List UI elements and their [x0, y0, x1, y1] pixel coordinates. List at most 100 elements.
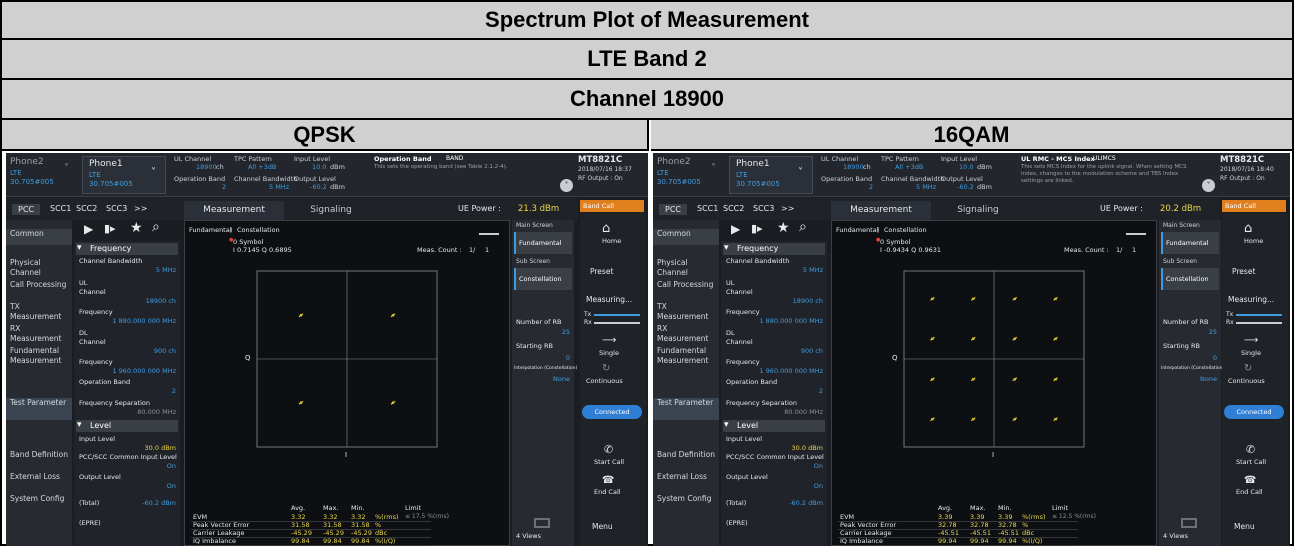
hangup-icon[interactable]: ☎ — [602, 475, 614, 486]
views-grid-icon[interactable] — [534, 518, 550, 528]
dl-frequency-value[interactable]: 1 960.000 000 MHz — [112, 367, 176, 375]
tab-scc1[interactable]: SCC1 — [50, 204, 71, 213]
sidebar-item-tx-measurement[interactable]: TX Measurement — [6, 302, 72, 324]
sidebar-item-call-processing[interactable]: Call Processing — [653, 280, 719, 302]
main-tab-measurement[interactable]: Measurement — [831, 201, 931, 220]
continuous-button[interactable]: Continuous — [1228, 377, 1265, 385]
play-icon[interactable]: ▶ — [84, 222, 93, 236]
sidebar-item-rx-measurement[interactable]: RX Measurement — [6, 324, 72, 346]
band-call-button[interactable]: Band Call — [580, 200, 644, 212]
input-level-param-value[interactable]: 30.0 dBm — [792, 444, 823, 452]
ch-bw-value[interactable]: 5 MHz — [916, 183, 936, 191]
sidebar-item-external-loss[interactable]: External Loss — [653, 472, 719, 494]
input-level-value[interactable]: 10.0 — [959, 163, 973, 171]
tab-pcc[interactable]: PCC — [659, 204, 687, 215]
ul-channel-param-value[interactable]: 18900 ch — [793, 297, 823, 305]
sidebar-item-rx-measurement[interactable]: RX Measurement — [653, 324, 719, 346]
level-section-header[interactable]: Level — [723, 420, 825, 432]
tab-scc3[interactable]: SCC3 — [753, 204, 774, 213]
ch-bw-value[interactable]: 5 MHz — [269, 183, 289, 191]
breadcrumb-fundamental[interactable]: Fundamental — [189, 226, 232, 234]
pcc-scc-on-value[interactable]: On — [167, 462, 176, 470]
home-button[interactable]: Home — [1244, 237, 1263, 245]
op-band-value[interactable]: 2 — [869, 183, 873, 191]
constellation-button[interactable]: Constellation — [1161, 268, 1219, 290]
start-call-button[interactable]: Start Call — [594, 458, 624, 466]
end-call-button[interactable]: End Call — [1236, 488, 1263, 496]
breadcrumb-fundamental[interactable]: Fundamental — [836, 226, 879, 234]
continuous-button[interactable]: Continuous — [586, 377, 623, 385]
menu-button[interactable]: Menu — [592, 522, 613, 531]
tpc-value[interactable]: All +3dB — [248, 163, 276, 171]
connected-status-button[interactable]: Connected — [582, 405, 642, 419]
four-views-button[interactable]: 4 Views — [516, 532, 541, 540]
output-level-on-value[interactable]: On — [167, 482, 176, 490]
fundamental-button[interactable]: Fundamental — [1161, 232, 1219, 254]
expand-chevron-icon[interactable]: ˅ — [560, 179, 573, 192]
expand-chevron-icon[interactable]: ˅ — [1202, 179, 1215, 192]
step-icon[interactable]: ▮▸ — [104, 222, 116, 235]
output-level-on-value[interactable]: On — [814, 482, 823, 490]
interpolation-value[interactable]: None — [1200, 375, 1217, 383]
out-level-value[interactable]: -60.2 — [957, 183, 974, 191]
home-icon[interactable]: ⌂ — [1244, 221, 1252, 236]
home-icon[interactable]: ⌂ — [602, 221, 610, 236]
favorite-star-icon[interactable]: ★ — [777, 220, 790, 236]
starting-rb-label[interactable]: Starting RB — [516, 342, 553, 350]
dropdown-chevron[interactable]: ˅ — [64, 163, 69, 174]
sidebar-item-fundamental-measurement[interactable]: Fundamental Measurement — [653, 346, 719, 368]
preset-button[interactable]: Preset — [1232, 267, 1255, 276]
continuous-icon[interactable]: ↻ — [602, 363, 610, 374]
sidebar-item-test-parameter[interactable]: Test Parameter — [653, 398, 719, 420]
tab-scc3[interactable]: SCC3 — [106, 204, 127, 213]
single-button[interactable]: Single — [599, 349, 619, 357]
tab-scc1[interactable]: SCC1 — [697, 204, 718, 213]
ul-channel-param-value[interactable]: 18900 ch — [146, 297, 176, 305]
total-value[interactable]: -60.2 dBm — [789, 499, 823, 507]
interpolation-label[interactable]: Interpolation (Constellation) — [514, 366, 577, 371]
sidebar-item-external-loss[interactable]: External Loss — [6, 472, 72, 494]
single-button[interactable]: Single — [1241, 349, 1261, 357]
number-of-rb-value[interactable]: 25 — [1209, 328, 1217, 336]
sidebar-item-call-processing[interactable]: Call Processing — [6, 280, 72, 302]
sidebar-item-band-definition[interactable]: Band Definition — [653, 450, 719, 472]
phone-icon[interactable]: ✆ — [1246, 443, 1255, 456]
phone2-label[interactable]: Phone2 — [10, 157, 44, 167]
preset-button[interactable]: Preset — [590, 267, 613, 276]
sidebar-item-system-config[interactable]: System Config — [6, 494, 72, 516]
dl-frequency-value[interactable]: 1 960.000 000 MHz — [759, 367, 823, 375]
tab-scc2[interactable]: SCC2 — [723, 204, 744, 213]
input-level-value[interactable]: 10.0 — [312, 163, 326, 171]
total-value[interactable]: -60.2 dBm — [142, 499, 176, 507]
minimize-icon[interactable] — [479, 225, 499, 235]
play-icon[interactable]: ▶ — [731, 222, 740, 236]
starting-rb-value[interactable]: 0 — [566, 354, 570, 362]
main-tab-measurement[interactable]: Measurement — [184, 201, 284, 220]
sidebar-item-band-definition[interactable]: Band Definition — [6, 450, 72, 472]
end-call-button[interactable]: End Call — [594, 488, 621, 496]
out-level-value[interactable]: -60.2 — [310, 183, 327, 191]
views-grid-icon[interactable] — [1181, 518, 1197, 528]
sidebar-item-tx-measurement[interactable]: TX Measurement — [653, 302, 719, 324]
frequency-section-header[interactable]: Frequency — [76, 243, 178, 255]
frequency-separation-value[interactable]: 80.000 MHz — [137, 408, 176, 416]
continuous-icon[interactable]: ↻ — [1244, 363, 1252, 374]
ul-frequency-value[interactable]: 1 880.000 000 MHz — [112, 317, 176, 325]
phone2-label[interactable]: Phone2 — [657, 157, 691, 167]
home-button[interactable]: Home — [602, 237, 621, 245]
sidebar-item-system-config[interactable]: System Config — [653, 494, 719, 516]
ul-frequency-value[interactable]: 1 880.000 000 MHz — [759, 317, 823, 325]
connected-status-button[interactable]: Connected — [1224, 405, 1284, 419]
constellation-button[interactable]: Constellation — [514, 268, 572, 290]
dropdown-chevron[interactable]: ˅ — [711, 163, 716, 174]
search-icon[interactable]: ⌕ — [799, 219, 807, 235]
ul-channel-value[interactable]: 18900 — [843, 163, 864, 171]
sidebar-item-fundamental-measurement[interactable]: Fundamental Measurement — [6, 346, 72, 368]
interpolation-value[interactable]: None — [553, 375, 570, 383]
step-icon[interactable]: ▮▸ — [751, 222, 763, 235]
frequency-separation-value[interactable]: 80.000 MHz — [784, 408, 823, 416]
starting-rb-label[interactable]: Starting RB — [1163, 342, 1200, 350]
number-of-rb-label[interactable]: Number of RB — [1163, 318, 1208, 326]
favorite-star-icon[interactable]: ★ — [130, 220, 143, 236]
tab-pcc[interactable]: PCC — [12, 204, 40, 215]
